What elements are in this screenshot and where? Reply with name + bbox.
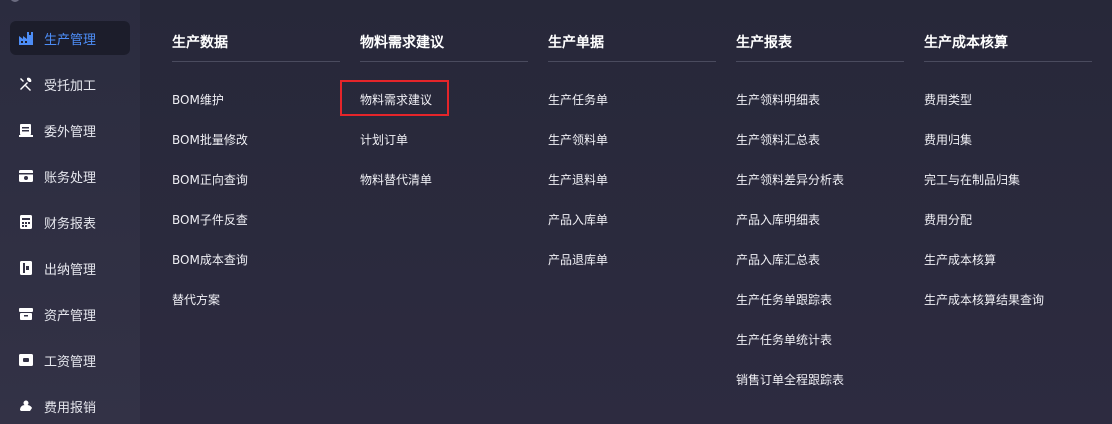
menu-item[interactable]: 产品入库明细表 xyxy=(736,211,820,228)
sidebar-item-label: 账务处理 xyxy=(44,170,97,186)
sidebar-item-label: 委外管理 xyxy=(44,124,97,140)
menu-item[interactable]: 计划订单 xyxy=(360,131,408,148)
sidebar-item-label: 资产管理 xyxy=(44,308,97,324)
menu-item[interactable]: 生产任务单统计表 xyxy=(736,331,832,348)
menu-item[interactable]: 替代方案 xyxy=(172,291,220,308)
sidebar-item-assets[interactable]: 资产管理 xyxy=(10,297,130,331)
menu-item[interactable]: 费用类型 xyxy=(924,91,972,108)
menu-item[interactable]: 产品退库单 xyxy=(548,251,608,268)
column-divider xyxy=(360,61,528,62)
report-icon xyxy=(16,212,36,232)
menu-item[interactable]: 生产成本核算 xyxy=(924,251,996,268)
sidebar-item-cashier[interactable]: 出纳管理 xyxy=(10,251,130,285)
salary-icon xyxy=(16,350,36,370)
column-divider xyxy=(924,61,1092,62)
sidebar-item-label: 财务报表 xyxy=(44,216,97,232)
column-header: 物料需求建议 xyxy=(360,35,444,51)
sidebar-item-entrusted-processing[interactable]: 受托加工 xyxy=(10,67,130,101)
menu-item[interactable]: 生产任务单跟踪表 xyxy=(736,291,832,308)
sidebar-item-production[interactable]: 生产管理 xyxy=(10,21,130,55)
menu-item[interactable]: 费用归集 xyxy=(924,131,972,148)
column-header: 生产报表 xyxy=(736,35,792,51)
menu-item[interactable]: 生产领料差异分析表 xyxy=(736,171,844,188)
menu-item[interactable]: 完工与在制品归集 xyxy=(924,171,1020,188)
menu-item-highlighted[interactable]: 物料需求建议 xyxy=(360,91,432,108)
mega-menu-panel: 生产数据 BOM维护 BOM批量修改 BOM正向查询 BOM子件反查 BOM成本… xyxy=(140,0,1112,424)
column-divider xyxy=(736,61,904,62)
factory-icon xyxy=(16,28,36,48)
menu-item[interactable]: 产品入库单 xyxy=(548,211,608,228)
menu-item[interactable]: BOM批量修改 xyxy=(172,131,248,148)
column-header: 生产单据 xyxy=(548,35,604,51)
sidebar-item-financial-reports[interactable]: 财务报表 xyxy=(10,205,130,239)
asset-icon xyxy=(16,304,36,324)
sidebar-item-accounting[interactable]: 账务处理 xyxy=(10,159,130,193)
menu-item[interactable]: 生产领料明细表 xyxy=(736,91,820,108)
column-divider xyxy=(548,61,716,62)
sidebar-item-label: 受托加工 xyxy=(44,78,97,94)
sidebar-item-label: 生产管理 xyxy=(44,32,97,48)
column-divider xyxy=(172,61,340,62)
menu-item[interactable]: 生产退料单 xyxy=(548,171,608,188)
sidebar-item-label: 费用报销 xyxy=(44,400,97,416)
menu-item[interactable]: 生产成本核算结果查询 xyxy=(924,291,1044,308)
tools-icon xyxy=(16,74,36,94)
menu-item[interactable]: 费用分配 xyxy=(924,211,972,228)
menu-item[interactable]: 生产领料单 xyxy=(548,131,608,148)
column-header: 生产数据 xyxy=(172,35,228,51)
sidebar-item-outsourcing[interactable]: 委外管理 xyxy=(10,113,130,147)
sidebar-item-label: 出纳管理 xyxy=(44,262,97,278)
sidebar-top-edge xyxy=(10,0,20,2)
sidebar-item-label: 工资管理 xyxy=(44,354,97,370)
menu-item[interactable]: BOM维护 xyxy=(172,91,224,108)
menu-item[interactable]: BOM子件反查 xyxy=(172,211,248,228)
menu-item[interactable]: 产品入库汇总表 xyxy=(736,251,820,268)
column-header: 生产成本核算 xyxy=(924,35,1008,51)
outsource-icon xyxy=(16,120,36,140)
menu-item[interactable]: 销售订单全程跟踪表 xyxy=(736,371,844,388)
sidebar: 生产管理 受托加工 委外管理 账务处理 财务报表 出纳管理 资产管理 工资管理 … xyxy=(0,0,140,424)
menu-item[interactable]: 生产任务单 xyxy=(548,91,608,108)
menu-item[interactable]: BOM正向查询 xyxy=(172,171,248,188)
menu-item[interactable]: 生产领料汇总表 xyxy=(736,131,820,148)
sidebar-item-salary[interactable]: 工资管理 xyxy=(10,343,130,377)
menu-item[interactable]: BOM成本查询 xyxy=(172,251,248,268)
menu-item[interactable]: 物料替代清单 xyxy=(360,171,432,188)
expense-icon xyxy=(16,396,36,416)
sidebar-item-expense-reimbursement[interactable]: 费用报销 xyxy=(10,389,130,423)
ledger-icon xyxy=(16,166,36,186)
cashier-icon xyxy=(16,258,36,278)
